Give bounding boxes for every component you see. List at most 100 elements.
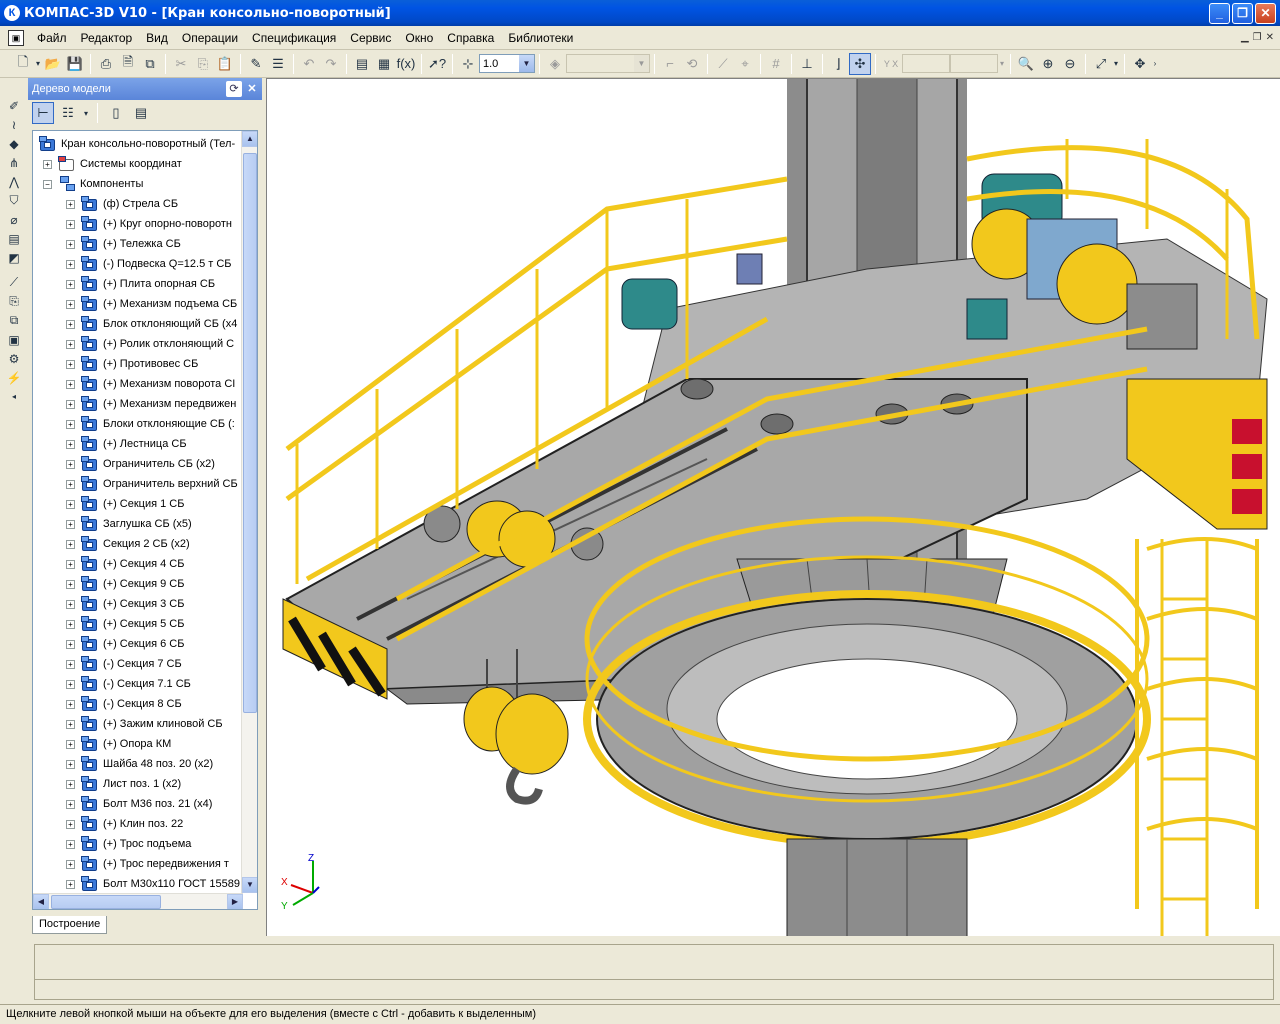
tree-item-component[interactable]: + (+) Секция 3 СБ	[33, 594, 243, 614]
new-document-icon[interactable]: 🗋	[12, 53, 34, 75]
copy-icon[interactable]: ⎘	[192, 53, 214, 75]
specification-icon[interactable]: ▤	[4, 229, 24, 248]
snap-icon[interactable]: ⌖	[734, 53, 756, 75]
tree-by-structure-icon[interactable]: ⊢	[32, 102, 54, 124]
model-viewport[interactable]: Z X Y	[266, 78, 1280, 936]
tree-view-dropdown-icon[interactable]: ▾	[82, 102, 90, 124]
paste-icon[interactable]: 📋	[214, 53, 236, 75]
expand-icon[interactable]: +	[66, 579, 75, 589]
tree-item-component[interactable]: + (+) Механизм подъема СБ	[33, 294, 243, 314]
save-icon[interactable]: 💾	[64, 53, 86, 75]
tree-item-component[interactable]: + Заглушка СБ (x5)	[33, 514, 243, 534]
tree-item-component[interactable]: + (+) Секция 9 СБ	[33, 574, 243, 594]
expand-icon[interactable]: +	[66, 759, 75, 769]
tree-item-component[interactable]: + (+) Механизм поворота СI	[33, 374, 243, 394]
manager-icon[interactable]: ▤	[351, 53, 373, 75]
expand-icon[interactable]: +	[66, 319, 75, 329]
tree-item-component[interactable]: + Ограничитель СБ (x2)	[33, 454, 243, 474]
scale-combo[interactable]: 1.0 ▼	[479, 54, 535, 73]
menu-window[interactable]: Окно	[398, 31, 440, 45]
tree-item-component[interactable]: + (+) Трос подъема	[33, 834, 243, 854]
expand-icon[interactable]: +	[66, 659, 75, 669]
orientation-icon[interactable]: ⌐	[659, 53, 681, 75]
expand-icon[interactable]: +	[66, 599, 75, 609]
tree-item-component[interactable]: + Секция 2 СБ (x2)	[33, 534, 243, 554]
arrays-icon[interactable]: ⋔	[4, 153, 24, 172]
menu-operations[interactable]: Операции	[175, 31, 245, 45]
pan-icon[interactable]: ✥	[1129, 53, 1151, 75]
scroll-left-icon[interactable]: ◀	[33, 894, 49, 909]
panel-arrow-icon[interactable]: ◂	[4, 387, 24, 406]
expand-icon[interactable]: +	[66, 839, 75, 849]
close-panel-icon[interactable]: ✕	[244, 81, 260, 97]
tree-item-component[interactable]: + (-) Секция 7 СБ	[33, 654, 243, 674]
tree-item-component[interactable]: + (+) Секция 6 СБ	[33, 634, 243, 654]
tree-vertical-scrollbar[interactable]: ▲ ▼	[241, 131, 257, 893]
expand-icon[interactable]: +	[66, 359, 75, 369]
tab-construction[interactable]: Построение	[32, 916, 108, 934]
tree-item-component[interactable]: + (+) Ролик отклоняющий С	[33, 334, 243, 354]
scale-frame-icon[interactable]: ⊹	[457, 53, 479, 75]
tree-item-component[interactable]: + (+) Тележка СБ	[33, 234, 243, 254]
tree-item-component[interactable]: + Блоки отклоняющие СБ (:	[33, 414, 243, 434]
expand-icon[interactable]: +	[66, 419, 75, 429]
new-dropdown-icon[interactable]: ▾	[34, 53, 42, 75]
expand-icon[interactable]: +	[66, 199, 75, 209]
properties-icon[interactable]: ☰	[267, 53, 289, 75]
cut-icon[interactable]: ✂	[170, 53, 192, 75]
tree-item-component[interactable]: + (+) Опора КМ	[33, 734, 243, 754]
menu-service[interactable]: Сервис	[343, 31, 398, 45]
expand-icon[interactable]: +	[66, 799, 75, 809]
filters-icon[interactable]: ⛉	[4, 191, 24, 210]
expand-icon[interactable]: +	[66, 619, 75, 629]
document-icon[interactable]: ▣	[8, 29, 24, 46]
scroll-thumb[interactable]	[243, 153, 257, 713]
variables-icon[interactable]: f(x)	[395, 53, 417, 75]
tree-item-component[interactable]: + Болт М30х110 ГОСТ 15589	[33, 874, 243, 893]
tree-item-component[interactable]: + (ф) Стрела СБ	[33, 194, 243, 214]
coordinate-icon[interactable]: Y X	[880, 53, 902, 75]
edit-component-icon[interactable]: ⎘	[4, 292, 24, 311]
coord-x-field[interactable]	[902, 54, 950, 73]
print-preview-icon[interactable]: 🗎	[117, 53, 139, 75]
mates-icon[interactable]: ⧉	[4, 311, 24, 330]
expand-icon[interactable]: +	[66, 819, 75, 829]
minimize-button[interactable]: _	[1209, 3, 1230, 24]
menu-view[interactable]: Вид	[139, 31, 175, 45]
tree-item-component[interactable]: + (-) Секция 8 СБ	[33, 694, 243, 714]
expand-icon[interactable]: +	[66, 859, 75, 869]
zoom-out-icon[interactable]: ⊖	[1059, 53, 1081, 75]
expand-icon[interactable]: +	[66, 399, 75, 409]
snap-toggle-icon[interactable]: ✣	[849, 52, 871, 75]
tree-item-component[interactable]: + (+) Плита опорная СБ	[33, 274, 243, 294]
menu-libraries[interactable]: Библиотеки	[501, 31, 580, 45]
redo-icon[interactable]: ↷	[320, 53, 342, 75]
tree-options-icon[interactable]: ▤	[130, 102, 152, 124]
tree-item-components[interactable]: − Компоненты	[33, 174, 243, 194]
tree-item-component[interactable]: + (+) Трос передвижения т	[33, 854, 243, 874]
tree-horizontal-scrollbar[interactable]: ◀ ▶	[33, 893, 243, 909]
close-button[interactable]: ✕	[1255, 3, 1276, 24]
expand-icon[interactable]: +	[43, 159, 52, 169]
surfaces-icon[interactable]: ◆	[4, 134, 24, 153]
curves-icon[interactable]: ≀	[4, 115, 24, 134]
format-painter-icon[interactable]: ✎	[245, 53, 267, 75]
tree-item-component[interactable]: + Блок отклоняющий СБ (x4	[33, 314, 243, 334]
tree-view-mode-icon[interactable]: ☷	[57, 102, 79, 124]
more-icon[interactable]: ›	[1151, 53, 1159, 75]
ortho-icon[interactable]: ⌋	[827, 53, 849, 75]
expand-icon[interactable]: +	[66, 499, 75, 509]
measure-icon[interactable]: ⌀	[4, 210, 24, 229]
tree-item-component[interactable]: + (+) Секция 5 СБ	[33, 614, 243, 634]
tree-item-coordinate-systems[interactable]: + Системы координат	[33, 154, 243, 174]
expand-icon[interactable]: +	[66, 279, 75, 289]
expand-icon[interactable]: +	[66, 639, 75, 649]
chevron-down-icon[interactable]: ▼	[634, 55, 649, 72]
menu-specification[interactable]: Спецификация	[245, 31, 343, 45]
expand-icon[interactable]: +	[66, 379, 75, 389]
help-pointer-icon[interactable]: ➚?	[426, 53, 448, 75]
expand-icon[interactable]: +	[66, 879, 75, 889]
expand-icon[interactable]: +	[66, 479, 75, 489]
export-icon[interactable]: ⧉	[139, 53, 161, 75]
scroll-right-icon[interactable]: ▶	[227, 894, 243, 909]
